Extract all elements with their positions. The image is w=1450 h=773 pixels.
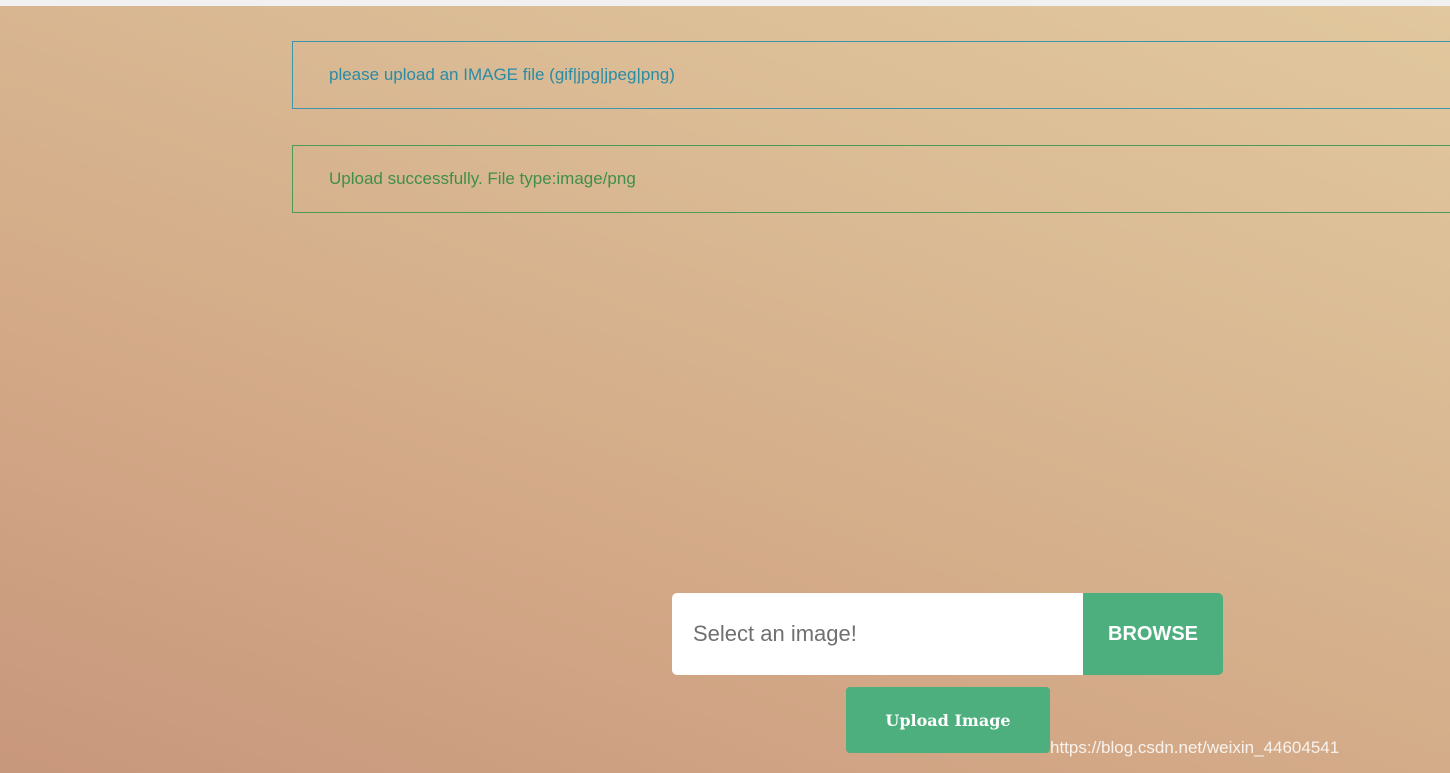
upload-image-button[interactable]: Upload Image [846,687,1050,753]
success-alert: Upload successfully. File type:image/png [292,145,1450,213]
info-alert-text: please upload an IMAGE file (gif|jpg|jpe… [329,65,675,84]
success-alert-text: Upload successfully. File type:image/png [329,169,636,188]
file-input-group: BROWSE [672,593,1223,675]
browse-button[interactable]: BROWSE [1083,593,1223,675]
top-border [0,0,1450,6]
file-path-field[interactable] [672,593,1083,675]
info-alert: please upload an IMAGE file (gif|jpg|jpe… [292,41,1450,109]
watermark-url: https://blog.csdn.net/weixin_44604541 [1050,738,1340,757]
